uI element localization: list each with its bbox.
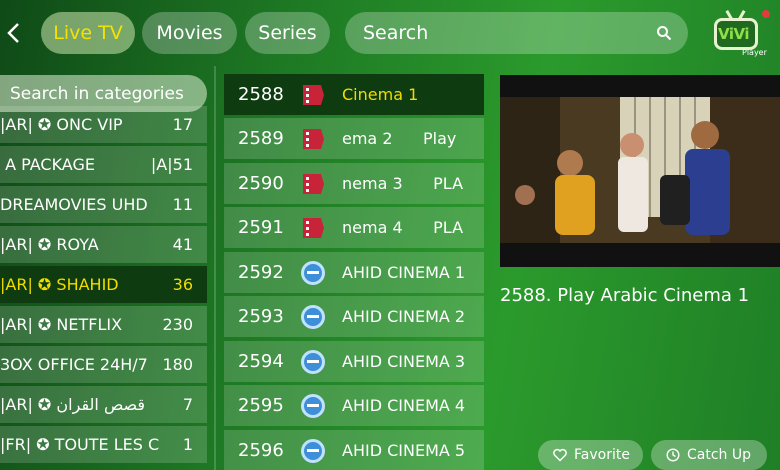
category-count: 230 [162, 315, 193, 334]
search-icon[interactable] [656, 25, 672, 41]
channel-name: AHID CINEMA 3 [342, 352, 466, 371]
channel-number: 2588 [238, 84, 284, 105]
heart-icon [553, 448, 567, 462]
video-frame-image [500, 75, 780, 267]
category-name: A PACKAGE [0, 155, 95, 174]
channel-name: AHID CINEMA 5 [342, 441, 466, 460]
channel-number: 2589 [238, 128, 284, 149]
top-bar: Live TV Movies Series ViVi Player [0, 0, 780, 66]
category-count: 36 [172, 275, 193, 294]
channel-item-selected[interactable]: 2588 Cinema 1 [224, 74, 484, 115]
channel-number: 2592 [238, 262, 284, 283]
shahid-vip-icon [301, 305, 325, 329]
video-player[interactable] [500, 75, 780, 267]
cinema-ticket-icon [303, 129, 324, 149]
category-name: DREAMOVIES UHD [0, 195, 148, 214]
channel-number: 2595 [238, 395, 284, 416]
category-search-input[interactable] [0, 75, 207, 112]
channel-item[interactable]: 2590 nema 3 PLA [224, 163, 484, 204]
category-item-selected[interactable]: |AR| ✪ SHAHID 36 [0, 266, 207, 303]
channel-name: nema 3 PLA [342, 174, 464, 193]
channel-item[interactable]: 2594 AHID CINEMA 3 [224, 341, 484, 382]
shahid-vip-icon [301, 350, 325, 374]
category-search[interactable] [0, 75, 207, 112]
search-input[interactable] [363, 12, 643, 54]
category-count: 11 [172, 195, 193, 214]
category-count: 180 [162, 355, 193, 374]
tab-movies[interactable]: Movies [142, 12, 237, 54]
channel-name: nema 4 PLA [342, 218, 464, 237]
channel-item[interactable]: 2592 AHID CINEMA 1 [224, 252, 484, 293]
app-logo: ViVi Player [710, 8, 776, 58]
logo-brand: ViVi [718, 25, 749, 43]
clock-icon [666, 448, 680, 462]
category-name: |AR| ✪ SHAHID [0, 275, 119, 294]
category-name: |AR| ✪ ROYA [0, 235, 99, 254]
category-name: |AR| ✪ NETFLIX [0, 315, 123, 334]
shahid-vip-icon [301, 261, 325, 285]
channel-name: AHID CINEMA 2 [342, 307, 466, 326]
catch-up-label: Catch Up [687, 447, 751, 463]
chevron-left-icon [7, 23, 19, 43]
category-item[interactable]: |AR| ✪ ROYA 41 [0, 226, 207, 263]
channel-item[interactable]: 2589 ema 2 Play [224, 118, 484, 159]
channel-item[interactable]: 2595 AHID CINEMA 4 [224, 385, 484, 426]
back-button[interactable] [2, 18, 26, 48]
channel-name: ema 2 Play [342, 129, 457, 148]
category-item[interactable]: |AR| ✪ NETFLIX 230 [0, 306, 207, 343]
category-count: |A|51 [150, 155, 193, 174]
channel-number: 2591 [238, 217, 284, 238]
cinema-ticket-icon [303, 174, 324, 194]
logo-dot [762, 10, 770, 18]
channel-name: Cinema 1 [342, 85, 419, 104]
channel-item[interactable]: 2593 AHID CINEMA 2 [224, 296, 484, 337]
category-list: |AR| ✪ ONC VIP 17 A PACKAGE |A|51 DREAMO… [0, 104, 207, 470]
tab-series[interactable]: Series [245, 12, 330, 54]
channel-item[interactable]: 2591 nema 4 PLA [224, 207, 484, 248]
column-divider [214, 66, 216, 470]
category-item[interactable]: DREAMOVIES UHD 11 [0, 186, 207, 223]
now-playing-title: 2588. Play Arabic Cinema 1 [500, 285, 750, 306]
shahid-vip-icon [301, 394, 325, 418]
category-name: |FR| ✪ TOUTE LES CHAI [0, 435, 160, 454]
category-name: |AR| ✪ قصص القران [0, 395, 146, 414]
favorite-button[interactable]: Favorite [538, 440, 643, 470]
channel-name: AHID CINEMA 4 [342, 396, 466, 415]
channel-number: 2594 [238, 351, 284, 372]
category-count: 41 [172, 235, 193, 254]
channel-name: AHID CINEMA 1 [342, 263, 466, 282]
category-name: 3OX OFFICE 24H/7 [0, 355, 148, 374]
category-count: 1 [182, 435, 193, 454]
catch-up-button[interactable]: Catch Up [651, 440, 767, 470]
cinema-ticket-icon [303, 218, 324, 238]
logo-subtitle: Player [742, 48, 767, 57]
category-item[interactable]: A PACKAGE |A|51 [0, 146, 207, 183]
cinema-ticket-icon [303, 85, 324, 105]
category-item[interactable]: |AR| ✪ قصص القران 7 [0, 386, 207, 423]
shahid-vip-icon [301, 439, 325, 463]
channel-number: 2596 [238, 440, 284, 461]
search-bar[interactable] [345, 12, 688, 54]
channel-number: 2593 [238, 306, 284, 327]
channel-list: 2588 Cinema 1 2589 ema 2 Play 2590 nema … [224, 74, 484, 470]
channel-number: 2590 [238, 173, 284, 194]
favorite-label: Favorite [574, 447, 630, 463]
tab-live-tv[interactable]: Live TV [41, 12, 135, 54]
channel-item[interactable]: 2596 AHID CINEMA 5 [224, 430, 484, 470]
category-item[interactable]: |FR| ✪ TOUTE LES CHAI 1 [0, 426, 207, 463]
category-count: 7 [182, 395, 193, 414]
category-item[interactable]: 3OX OFFICE 24H/7 180 [0, 346, 207, 383]
